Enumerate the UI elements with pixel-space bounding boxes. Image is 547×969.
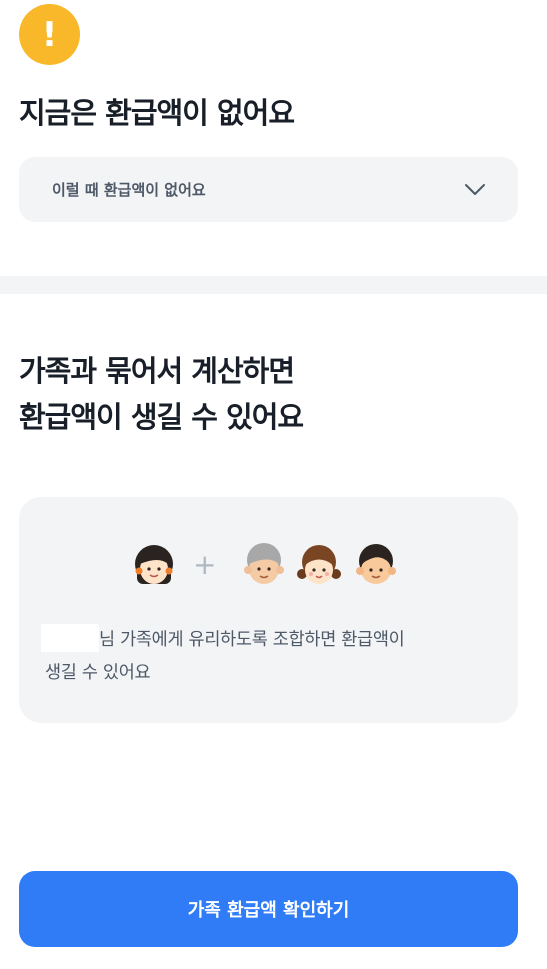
exclamation-glyph: ! [41, 14, 58, 55]
chevron-down-icon [465, 183, 485, 195]
family-info-card: + 님 가족에게 유리하도록 조합하면 환급액이 생길 수 있어요 [19, 497, 518, 723]
section-title: 가족과 묶어서 계산하면 환급액이 생길 수 있어요 [19, 348, 304, 440]
section-divider [0, 276, 547, 294]
exclamation-icon: ! [19, 4, 80, 65]
plus-sign: + [193, 548, 217, 581]
boy-avatar [356, 544, 396, 584]
masked-user-name [41, 624, 99, 652]
girl-avatar [297, 545, 341, 584]
dropdown-label: 이럴 때 환급액이 없어요 [52, 181, 206, 199]
check-family-refund-button[interactable]: 가족 환급액 확인하기 [19, 871, 518, 947]
page-title: 지금은 환급액이 없어요 [19, 96, 295, 130]
grandparent-avatar [244, 543, 284, 584]
card-text-line2: 생길 수 있어요 [45, 663, 151, 683]
section-title-line2: 환급액이 생길 수 있어요 [19, 400, 304, 434]
card-description: 님 가족에게 유리하도록 조합하면 환급액이 생길 수 있어요 [41, 624, 495, 690]
user-avatar [135, 545, 173, 584]
family-avatars: + [129, 540, 419, 592]
section-title-line1: 가족과 묶어서 계산하면 [19, 354, 295, 388]
no-refund-reasons-dropdown[interactable]: 이럴 때 환급액이 없어요 [19, 157, 518, 222]
card-text-line1: 님 가족에게 유리하도록 조합하면 환급액이 [99, 630, 405, 650]
